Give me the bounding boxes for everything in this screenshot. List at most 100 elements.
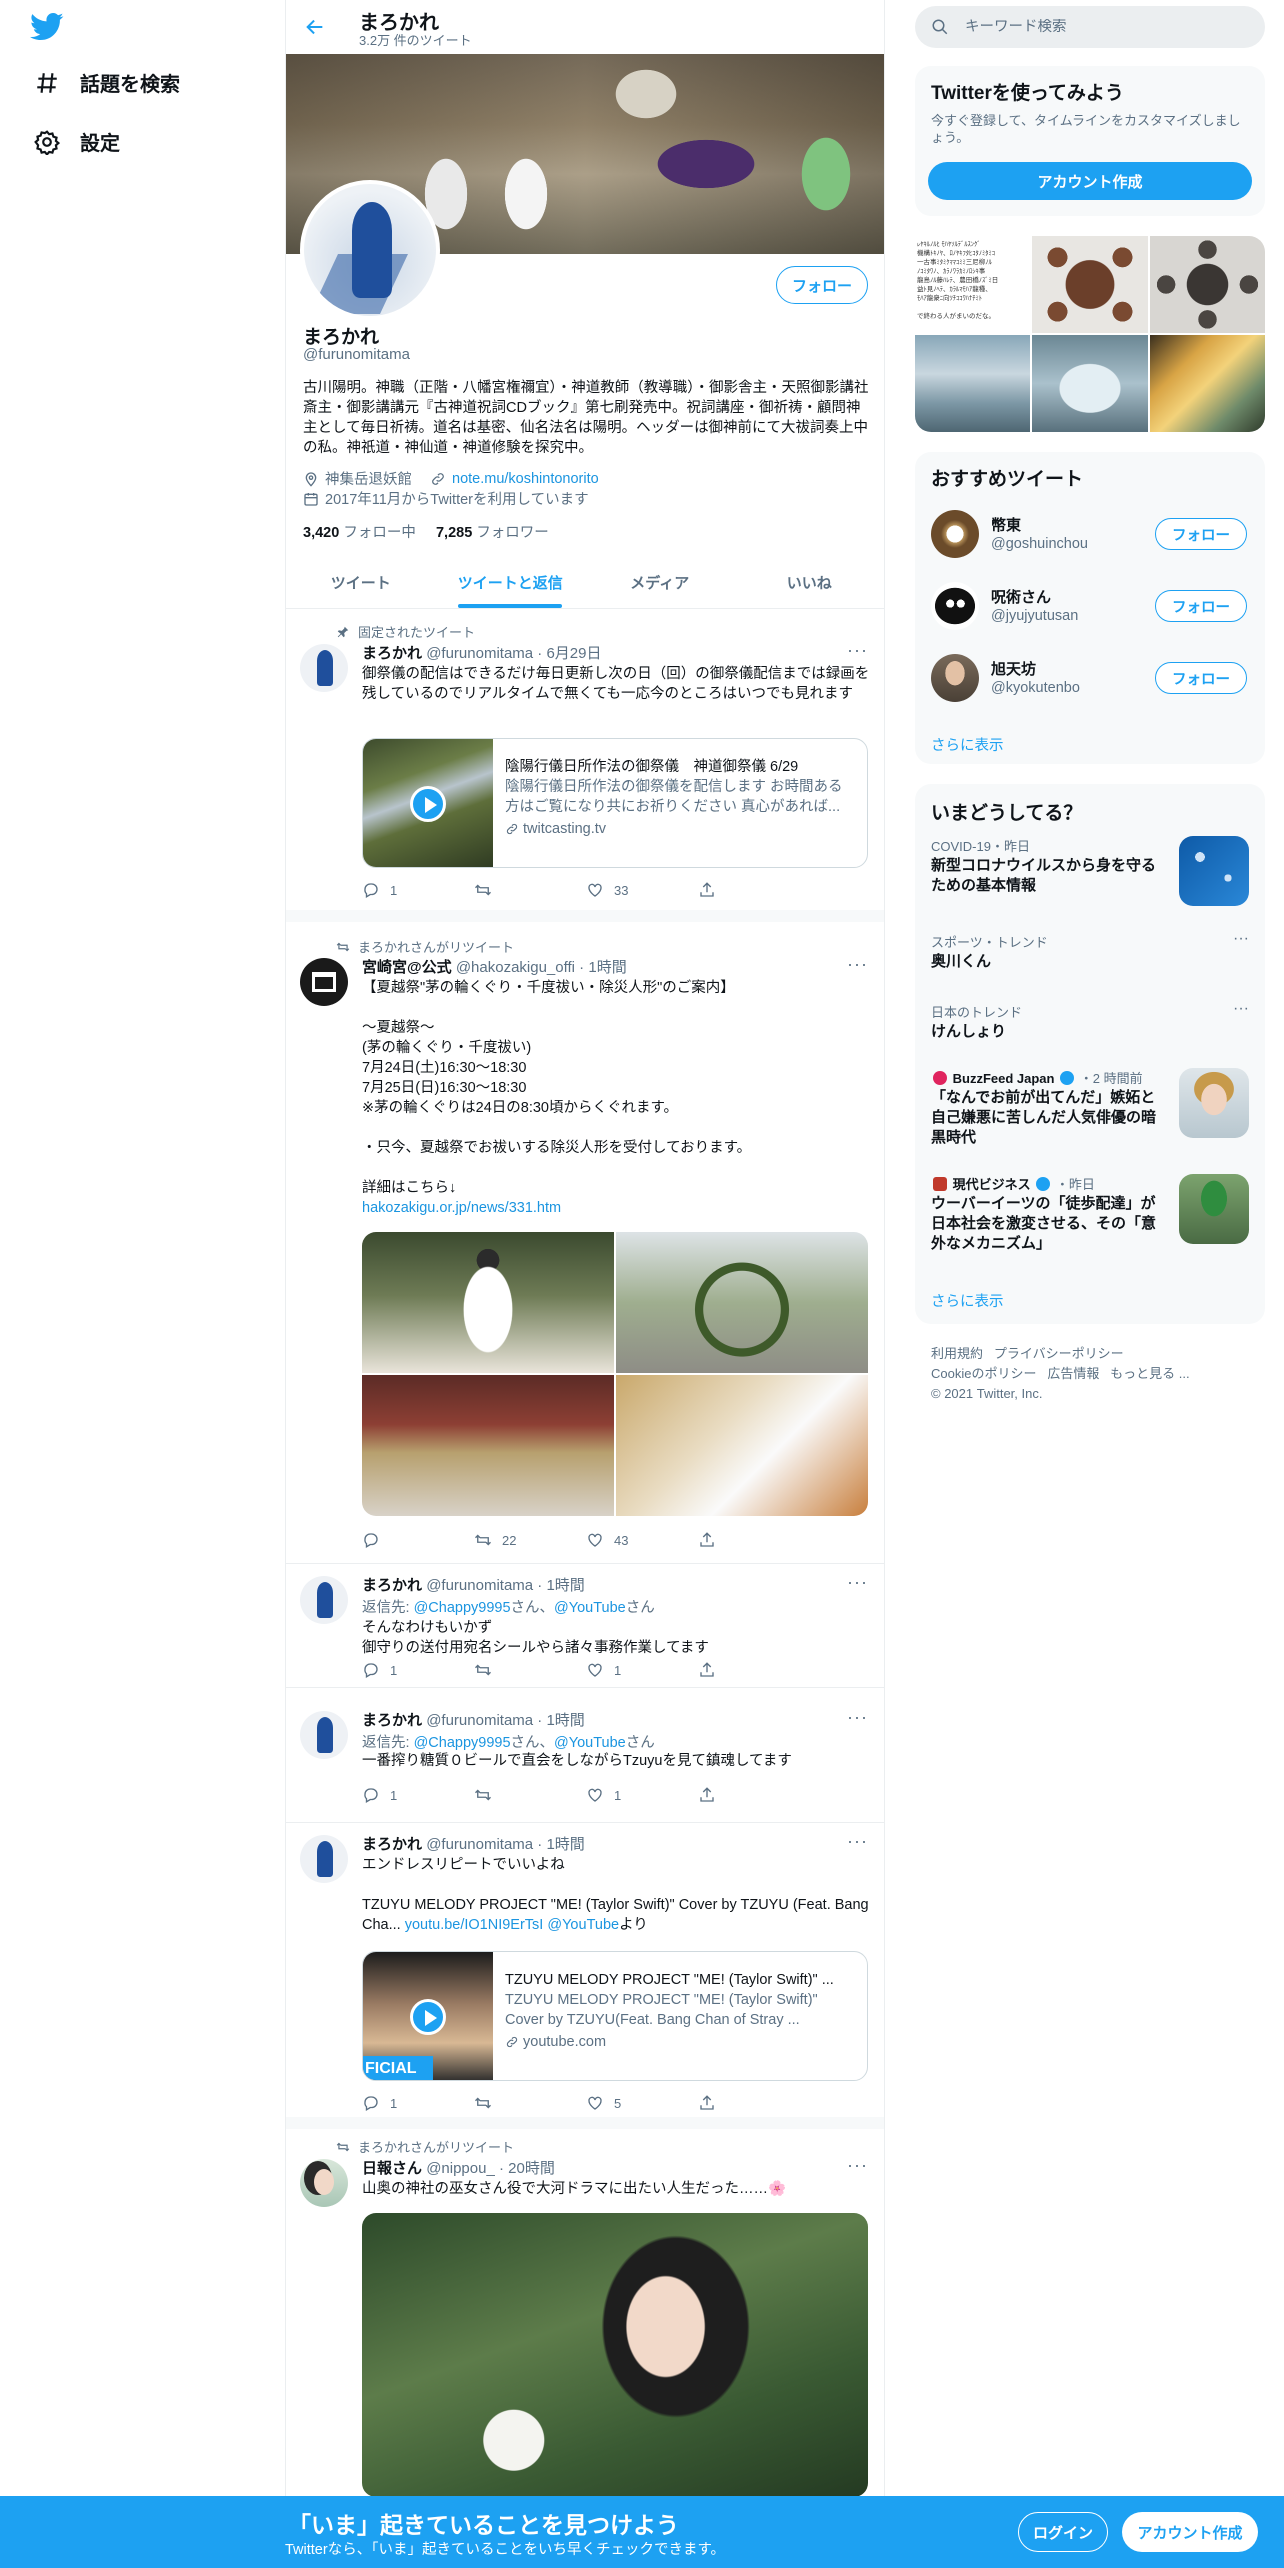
more-options-icon[interactable]: ··· [847,954,868,975]
media-thumbnail[interactable] [1032,236,1148,333]
share-button[interactable] [698,1530,810,1550]
link-card[interactable]: 陰陽行儀日所作法の御祭儀 神道御祭儀 6/29 陰陽行儀日所作法の御祭儀を配信し… [362,738,868,868]
footer-ads-link[interactable]: 広告情報 [1047,1366,1099,1381]
media-thumbnail[interactable] [915,335,1031,432]
reply-button[interactable]: 1 [362,1660,474,1680]
reply-user-link[interactable]: @YouTube [554,1600,626,1616]
reply-button[interactable]: 1 [362,2093,474,2113]
tweet-time[interactable]: 1時間 [588,959,626,976]
author-name[interactable]: まろかれ [362,1577,422,1594]
trend-item[interactable]: 日本のトレンド けんしょり ··· [915,1000,1265,1062]
avatar[interactable] [300,1835,348,1883]
tweet-photo[interactable] [362,1375,614,1516]
avatar[interactable] [931,654,979,702]
author-name[interactable]: まろかれ [362,645,422,662]
author-name[interactable]: まろかれ [362,1836,422,1853]
following-link[interactable]: 3,420 フォロー中 [303,525,416,541]
media-thumbnail[interactable] [1149,236,1265,333]
author-name[interactable]: まろかれ [362,1712,422,1729]
youtube-link[interactable]: youtu.be/IO1NI9ErTsI [405,1917,544,1933]
like-button[interactable]: 1 [586,1660,698,1680]
signup-button[interactable]: アカウント作成 [1122,2512,1258,2552]
follow-button[interactable]: フォロー [1155,662,1247,694]
tweet-retweet-hakozakigu[interactable]: まろかれさんがリツイート 宮崎宮@公式 @hakozakigu_offi · 1… [286,934,884,1564]
avatar[interactable] [300,2159,348,2207]
media-thumbnail[interactable] [1032,335,1148,432]
profile-avatar[interactable] [300,180,440,320]
tweet-photo[interactable] [362,1232,614,1373]
tab-tweets[interactable]: ツイート [286,556,436,608]
follow-button[interactable]: フォロー [1155,518,1247,550]
retweet-button[interactable] [474,1785,586,1805]
profile-website-link[interactable]: note.mu/koshintonorito [452,471,599,487]
recommended-account[interactable]: 旭天坊 @kyokutenbo フォロー [915,642,1265,714]
tweet-time[interactable]: 1時間 [546,1712,584,1729]
tweet-reply-1[interactable]: まろかれ @furunomitama · 1時間 ··· 返信先: @Chapp… [286,1564,884,1688]
trend-item[interactable]: スポーツ・トレンド 奥川くん ··· [915,930,1265,992]
login-button[interactable]: ログイン [1018,2512,1108,2552]
media-thumbnail[interactable]: ﾚﾔｷﾙﾉﾙﾋ ﾓﾊﾔｿﾙﾃﾞﾙｽﾝｸﾞ 機構ﾄｷﾉﾔ、ﾛﾉﾔｷﾌﾀﾋｺﾀﾉﾐﾀ… [915,236,1031,333]
avatar[interactable] [300,958,348,1006]
like-button[interactable]: 5 [586,2093,698,2113]
share-button[interactable] [698,1785,810,1805]
trend-item[interactable]: BuzzFeed Japan ・2 時間前 「なんでお前が出てんだ」嫉妬と自己嫌… [915,1068,1265,1168]
avatar[interactable] [300,1576,348,1624]
reply-button[interactable]: 1 [362,1785,474,1805]
share-button[interactable] [698,1660,810,1680]
tweet-photo[interactable] [616,1232,868,1373]
reply-user-link[interactable]: @Chappy9995 [414,1600,511,1616]
tab-likes[interactable]: いいね [735,556,885,608]
reply-button[interactable]: 1 [362,880,474,900]
avatar[interactable] [931,510,979,558]
follow-button[interactable]: フォロー [776,266,868,304]
trend-more-icon[interactable]: ··· [1233,930,1249,948]
retweet-button[interactable] [474,2093,586,2113]
nav-settings[interactable]: 設定 [34,127,120,156]
reply-user-link[interactable]: @Chappy9995 [414,1735,511,1751]
reply-button[interactable] [362,1530,474,1550]
tweet-youtube[interactable]: まろかれ @furunomitama · 1時間 ··· エンドレスリピートでい… [286,1823,884,2129]
tweet-time[interactable]: 1時間 [546,1836,584,1853]
more-options-icon[interactable]: ··· [847,1572,868,1593]
avatar[interactable] [931,582,979,630]
like-button[interactable]: 33 [586,880,698,900]
footer-privacy-link[interactable]: プライバシーポリシー [994,1346,1124,1361]
tweet-photo[interactable] [362,2213,868,2497]
footer-more-link[interactable]: もっと見る ... [1110,1366,1189,1381]
more-options-icon[interactable]: ··· [847,1707,868,1728]
show-more-link[interactable]: さらに表示 [931,734,1004,755]
tweet-retweet-nippou[interactable]: まろかれさんがリツイート 日報さん @nippou_ · 20時間 ··· 山奥… [286,2129,884,2497]
more-options-icon[interactable]: ··· [847,1831,868,1852]
trend-more-icon[interactable]: ··· [1233,1000,1249,1018]
twitter-logo-icon[interactable] [30,12,64,42]
like-button[interactable]: 1 [586,1785,698,1805]
more-options-icon[interactable]: ··· [847,640,868,661]
trend-item[interactable]: 現代ビジネス ・昨日 ウーバーイーツの「徒歩配達」が日本社会を激変させる、その「… [915,1174,1265,1274]
avatar[interactable] [300,644,348,692]
tweet-pinned[interactable]: 固定されたツイート まろかれ @furunomitama · 6月29日 ···… [286,610,884,922]
search-box[interactable] [915,6,1265,48]
tweet-photo[interactable] [616,1375,868,1516]
mention-link[interactable]: @YouTube [547,1917,619,1933]
footer-cookie-link[interactable]: Cookieのポリシー [931,1366,1036,1381]
tweet-time[interactable]: 6月29日 [546,645,601,662]
follow-button[interactable]: フォロー [1155,590,1247,622]
back-arrow-icon[interactable] [304,16,326,38]
show-more-link[interactable]: さらに表示 [931,1290,1004,1311]
followers-link[interactable]: 7,285 フォロワー [436,525,549,541]
share-button[interactable] [698,880,810,900]
recommended-account[interactable]: 幣東 @goshuinchou フォロー [915,498,1265,570]
footer-terms-link[interactable]: 利用規約 [931,1346,983,1361]
media-thumbnail[interactable] [1149,335,1265,432]
trend-item[interactable]: COVID-19・昨日 新型コロナウイルスから身を守るための基本情報 [915,832,1265,922]
tweet-time[interactable]: 20時間 [508,2160,555,2177]
reply-user-link[interactable]: @YouTube [554,1735,626,1751]
author-name[interactable]: 宮崎宮@公式 [362,959,452,976]
tweet-link[interactable]: hakozakigu.or.jp/news/331.htm [362,1198,870,1218]
avatar[interactable] [300,1711,348,1759]
tweet-reply-2[interactable]: まろかれ @furunomitama · 1時間 ··· 返信先: @Chapp… [286,1689,884,1823]
recommended-account[interactable]: 呪術さん @jyujyutusan フォロー [915,570,1265,642]
nav-explore[interactable]: 話題を検索 [34,68,180,97]
tab-tweets-and-replies[interactable]: ツイートと返信 [436,556,586,608]
more-options-icon[interactable]: ··· [847,2155,868,2176]
